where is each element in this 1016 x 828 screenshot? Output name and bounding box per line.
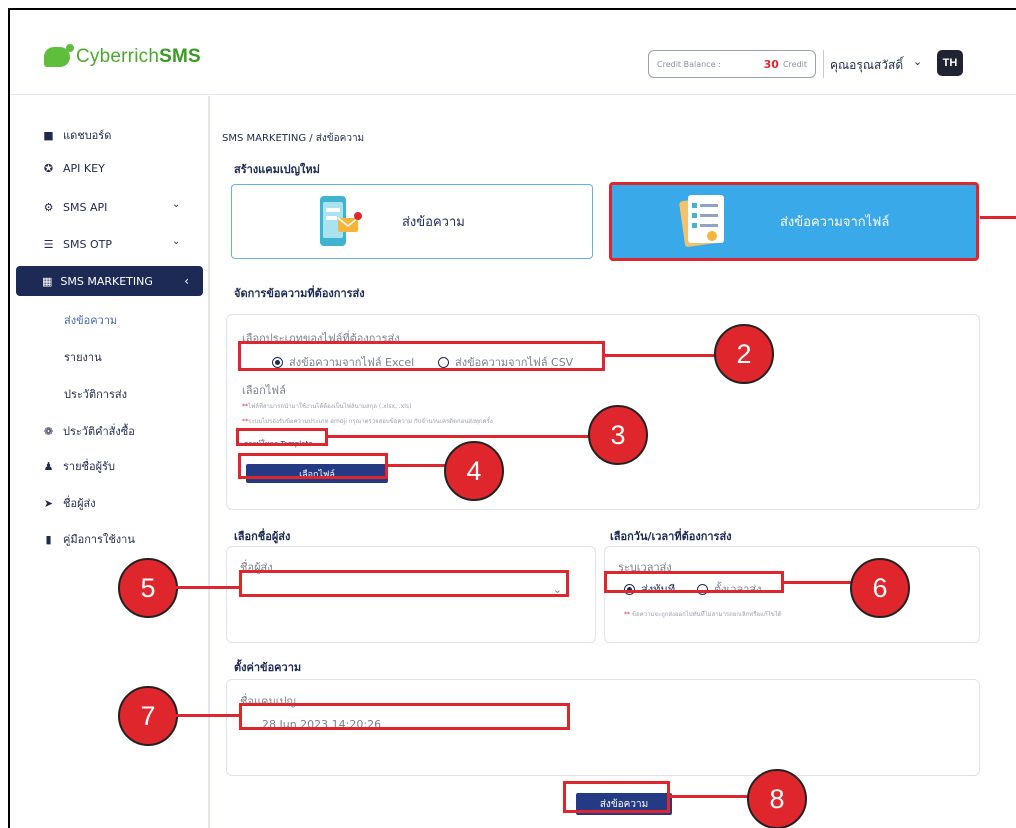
annotation-box-6 — [604, 571, 784, 593]
annotation-line-3 — [328, 435, 590, 438]
annotation-badge-5: 5 — [118, 558, 178, 618]
annotation-box-7 — [239, 703, 570, 730]
sidebar-item-label: ชื่อผู้ส่ง — [63, 497, 96, 510]
annotation-box-4 — [238, 453, 388, 479]
user-menu-name[interactable]: คุณอรุณสวัสดิ์ — [830, 56, 903, 75]
sidebar-item-sms-marketing[interactable]: ▦ SMS MARKETING ‹ — [16, 266, 203, 296]
chat-bubble-icon — [44, 44, 74, 67]
brand-logo[interactable]: CyberrichSMS — [44, 44, 201, 68]
sidebar-item-label: แดชบอร์ด — [63, 129, 112, 142]
sidebar-item-sms-otp[interactable]: ☰ SMS OTP — [42, 238, 112, 251]
annotation-line-6 — [784, 581, 852, 584]
dashboard-icon: ■ — [43, 128, 54, 142]
sidebar-item-contacts[interactable]: ♟ รายชื่อผู้รับ — [42, 457, 115, 475]
annotation-line-1 — [980, 216, 1016, 219]
chevron-down-icon[interactable]: ⌄ — [172, 236, 180, 247]
annotation-line-8 — [670, 795, 750, 798]
annotation-line-7 — [176, 714, 240, 717]
schedule-title: เลือกวัน/เวลาที่ต้องการส่ง — [610, 530, 732, 543]
annotation-badge-3: 3 — [588, 405, 648, 465]
sidebar-subitem-history[interactable]: ประวัติการส่ง — [64, 385, 127, 403]
campaign-option-send[interactable]: ส่งข้อความ — [231, 184, 593, 259]
sidebar-item-sender[interactable]: ➤ ชื่อผู้ส่ง — [42, 494, 96, 512]
sidebar-item-label: API KEY — [63, 162, 105, 175]
annotation-box-8 — [563, 781, 670, 813]
annotation-box-5 — [239, 570, 569, 597]
sidebar-item-label: SMS API — [63, 201, 108, 214]
annotation-badge-7: 7 — [118, 686, 178, 746]
send-icon: ➤ — [43, 496, 54, 510]
credit-value: 30 — [763, 57, 779, 71]
marketing-icon: ▦ — [42, 274, 53, 288]
campaign-option-file-label: ส่งข้อความจากไฟล์ — [780, 215, 890, 230]
credit-balance: Credit Balance : 30 Credit — [648, 50, 816, 78]
contacts-icon: ♟ — [43, 459, 54, 473]
message-settings-title: ตั้งค่าข้อความ — [234, 661, 302, 674]
campaign-option-send-label: ส่งข้อความ — [402, 215, 465, 230]
avatar[interactable]: TH — [937, 50, 963, 76]
phone-message-icon — [320, 195, 362, 246]
annotation-badge-2: 2 — [714, 324, 774, 384]
sidebar-subitem-report[interactable]: รายงาน — [64, 348, 102, 366]
breadcrumb: SMS MARKETING / ส่งข้อความ — [222, 133, 365, 144]
chevron-down-icon[interactable]: ⌄ — [172, 199, 180, 210]
annotation-box-2 — [238, 341, 605, 371]
annotation-badge-6: 6 — [850, 558, 910, 618]
document-checklist-icon — [679, 194, 724, 247]
chevron-left-icon: ‹ — [184, 274, 189, 288]
key-icon: ✪ — [43, 162, 54, 175]
sender-title: เลือกชื่อผู้ส่ง — [234, 530, 291, 543]
choose-file-label: เลือกไฟล์ — [242, 384, 286, 397]
sidebar-item-label: SMS OTP — [63, 238, 112, 251]
annotation-badge-8: 8 — [747, 769, 807, 828]
annotation-line-4 — [388, 464, 446, 467]
sidebar-subitem-send[interactable]: ส่งข้อความ — [64, 311, 117, 329]
file-hint-1: **ไฟล์ที่สามารถนำมาใช้งานได้ต้องเป็นไฟล์… — [242, 403, 412, 410]
chevron-down-icon[interactable]: ⌄ — [913, 55, 922, 68]
top-header: CyberrichSMS Credit Balance : 30 Credit … — [10, 10, 1016, 95]
sidebar-item-label: ประวัติคำสั่งซื้อ — [63, 425, 135, 438]
sidebar-item-api-key[interactable]: ✪ API KEY — [42, 162, 105, 175]
manual-icon: ▮ — [45, 532, 52, 546]
sidebar: ■ แดชบอร์ด ✪ API KEY ⚙ SMS API ⌄ ☰ SMS O… — [10, 96, 210, 828]
create-campaign-title: สร้างแคมเปญใหม่ — [234, 163, 320, 176]
sidebar-item-sms-api[interactable]: ⚙ SMS API — [42, 201, 108, 214]
sidebar-item-label: คู่มือการใช้งาน — [63, 533, 135, 546]
order-history-icon: ❁ — [43, 424, 54, 438]
sidebar-item-label: รายชื่อผู้รับ — [63, 460, 115, 473]
sidebar-item-dashboard[interactable]: ■ แดชบอร์ด — [42, 126, 111, 144]
otp-icon: ☰ — [43, 238, 54, 251]
api-icon: ⚙ — [43, 201, 54, 214]
credit-label: Credit Balance : — [657, 59, 721, 69]
annotation-line-2 — [605, 354, 717, 357]
manage-messages-title: จัดการข้อความที่ต้องการส่ง — [234, 287, 365, 300]
sidebar-item-label: SMS MARKETING — [60, 274, 153, 288]
file-hint-2: **ระบบไม่รองรับข้อความประเภท emoji กรุณา… — [242, 418, 493, 425]
sidebar-item-manual[interactable]: ▮ คู่มือการใช้งาน — [42, 530, 135, 548]
annotation-line-5 — [176, 586, 240, 589]
app-window: CyberrichSMS Credit Balance : 30 Credit … — [8, 8, 1016, 828]
annotation-badge-4: 4 — [444, 441, 504, 501]
credit-unit: Credit — [782, 59, 807, 69]
brand-name: CyberrichSMS — [76, 46, 201, 67]
schedule-hint: ** ข้อความจะถูกส่งออกไปทันทีไม่สามารถยกเ… — [624, 611, 782, 618]
annotation-box-3 — [236, 428, 328, 446]
header-divider — [823, 50, 824, 78]
campaign-option-file[interactable]: ส่งข้อความจากไฟล์ — [609, 182, 979, 261]
sidebar-item-order-history[interactable]: ❁ ประวัติคำสั่งซื้อ — [42, 422, 135, 440]
